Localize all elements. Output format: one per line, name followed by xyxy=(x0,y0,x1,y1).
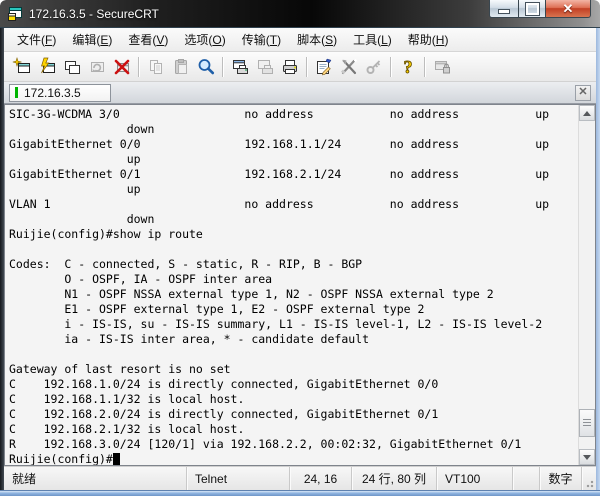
terminal-line: R 192.168.3.0/24 [120/1] via 192.168.2.2… xyxy=(9,437,522,451)
scrollbar-thumb[interactable] xyxy=(579,409,595,437)
terminal-screen[interactable]: SIC-3G-WCDMA 3/0 no address no address u… xyxy=(5,105,578,465)
window-controls: ✕ xyxy=(489,0,591,18)
terminal-prompt: Ruijie(config)# xyxy=(9,452,113,465)
terminal-line: E1 - OSPF external type 1, E2 - OSPF ext… xyxy=(9,302,425,316)
help-icon[interactable]: ? xyxy=(395,54,420,79)
copy-icon[interactable] xyxy=(143,54,168,79)
print-window-icon[interactable] xyxy=(227,54,252,79)
status-cursor-position: 24, 16 xyxy=(290,467,352,490)
paste-icon[interactable] xyxy=(168,54,193,79)
terminal-line: up xyxy=(9,152,141,166)
session-options-icon[interactable] xyxy=(311,54,336,79)
toolbar-separator xyxy=(424,56,425,77)
session-tab[interactable]: 172.16.3.5 xyxy=(9,83,111,102)
status-terminal-size: 24 行, 80 列 xyxy=(352,467,437,490)
print-preview-icon[interactable] xyxy=(252,54,277,79)
scrollbar-grip xyxy=(583,418,591,428)
print-icon[interactable] xyxy=(277,54,302,79)
tab-connected-indicator xyxy=(15,87,18,98)
close-button[interactable]: ✕ xyxy=(546,0,591,18)
key-icon[interactable] xyxy=(361,54,386,79)
resize-grip[interactable] xyxy=(582,467,596,490)
terminal-line: down xyxy=(9,122,155,136)
terminal-line: Ruijie(config)#show ip route xyxy=(9,227,203,241)
terminal-cursor xyxy=(112,453,120,465)
tab-bar: 172.16.3.5 ✕ xyxy=(4,82,596,104)
locked-window-icon[interactable] xyxy=(429,54,454,79)
terminal-line: i - IS-IS, su - IS-IS summary, L1 - IS-I… xyxy=(9,317,543,331)
securecrt-app-icon xyxy=(7,6,23,22)
svg-text:?: ? xyxy=(403,57,412,77)
disconnect-icon[interactable] xyxy=(109,54,134,79)
terminal-line: GigabitEthernet 0/0 192.168.1.1/24 no ad… xyxy=(9,137,550,151)
tab-label: 172.16.3.5 xyxy=(24,85,81,100)
terminal-line: up xyxy=(9,182,141,196)
scroll-down-icon xyxy=(583,454,591,460)
toolbar-separator xyxy=(390,56,391,77)
scrollbar-down-button[interactable] xyxy=(579,449,595,465)
terminal-line: down xyxy=(9,212,155,226)
terminal-line: C 192.168.1.1/32 is local host. xyxy=(9,392,245,406)
window-frame-right xyxy=(596,28,600,490)
connect-icon[interactable] xyxy=(9,54,34,79)
menu-file[interactable]: 文件(F) xyxy=(9,28,64,51)
menu-script[interactable]: 脚本(S) xyxy=(289,28,345,51)
terminal-scrollbar[interactable] xyxy=(578,105,595,465)
terminal-line: C 192.168.2.0/24 is directly connected, … xyxy=(9,407,439,421)
maximize-icon xyxy=(524,1,540,16)
menu-bar: 文件(F) 编辑(E) 查看(V) 选项(O) 传输(T) 脚本(S) 工具(L) 帮助(H) xyxy=(4,28,596,52)
status-num-lock: 数字 xyxy=(540,467,582,490)
terminal-line: C 192.168.1.0/24 is directly connected, … xyxy=(9,377,439,391)
title-bar: 172.16.3.5 - SecureCRT ✕ xyxy=(0,0,600,28)
terminal-line: C 192.168.2.1/32 is local host. xyxy=(9,422,245,436)
find-icon[interactable] xyxy=(193,54,218,79)
menu-options[interactable]: 选项(O) xyxy=(176,28,233,51)
window-title: 172.16.3.5 - SecureCRT xyxy=(29,6,159,21)
terminal-line: Codes: C - connected, S - static, R - RI… xyxy=(9,257,363,271)
minimize-icon xyxy=(498,9,510,14)
terminal-line: Gateway of last resort is no set xyxy=(9,362,231,376)
tab-close-button[interactable]: ✕ xyxy=(575,84,591,101)
toolbar-separator xyxy=(306,56,307,77)
status-bar: 就绪 Telnet 24, 16 24 行, 80 列 VT100 数字 xyxy=(4,466,596,490)
close-icon: ✕ xyxy=(562,1,574,16)
status-ready: 就绪 xyxy=(4,467,187,490)
tab-close-icon: ✕ xyxy=(578,86,588,98)
menu-edit[interactable]: 编辑(E) xyxy=(64,28,120,51)
toolbar: ? xyxy=(4,52,596,82)
global-options-icon[interactable] xyxy=(336,54,361,79)
terminal-line: SIC-3G-WCDMA 3/0 no address no address u… xyxy=(9,107,550,121)
status-empty-pane xyxy=(513,467,540,490)
toolbar-separator xyxy=(222,56,223,77)
terminal-prompt-line: Ruijie(config)# xyxy=(9,452,578,465)
securecrt-window: 172.16.3.5 - SecureCRT ✕ 文件(F) 编辑(E) 查看(V)… xyxy=(0,0,600,496)
reconnect-icon[interactable] xyxy=(84,54,109,79)
terminal-line: ia - IS-IS inter area, * - candidate def… xyxy=(9,332,370,346)
terminal-line: VLAN 1 no address no address up xyxy=(9,197,550,211)
status-protocol: Telnet xyxy=(187,467,290,490)
scrollbar-up-button[interactable] xyxy=(579,105,595,121)
minimize-button[interactable] xyxy=(489,0,518,18)
menu-tools[interactable]: 工具(L) xyxy=(345,28,400,51)
menu-view[interactable]: 查看(V) xyxy=(120,28,176,51)
maximize-button[interactable] xyxy=(518,0,546,18)
terminal-line: GigabitEthernet 0/1 192.168.2.1/24 no ad… xyxy=(9,167,550,181)
status-emulation: VT100 xyxy=(437,467,513,490)
quick-connect-icon[interactable] xyxy=(34,54,59,79)
toolbar-separator xyxy=(138,56,139,77)
menu-transfer[interactable]: 传输(T) xyxy=(234,28,289,51)
scroll-up-icon xyxy=(583,110,591,116)
terminal-area: SIC-3G-WCDMA 3/0 no address no address u… xyxy=(4,104,596,466)
menu-help[interactable]: 帮助(H) xyxy=(400,28,457,51)
resize-grip-dots xyxy=(584,478,594,488)
connect-in-tab-icon[interactable] xyxy=(59,54,84,79)
window-frame-bottom xyxy=(0,490,600,496)
terminal-line: N1 - OSPF NSSA external type 1, N2 - OSP… xyxy=(9,287,494,301)
terminal-line: O - OSPF, IA - OSPF inter area xyxy=(9,272,273,286)
